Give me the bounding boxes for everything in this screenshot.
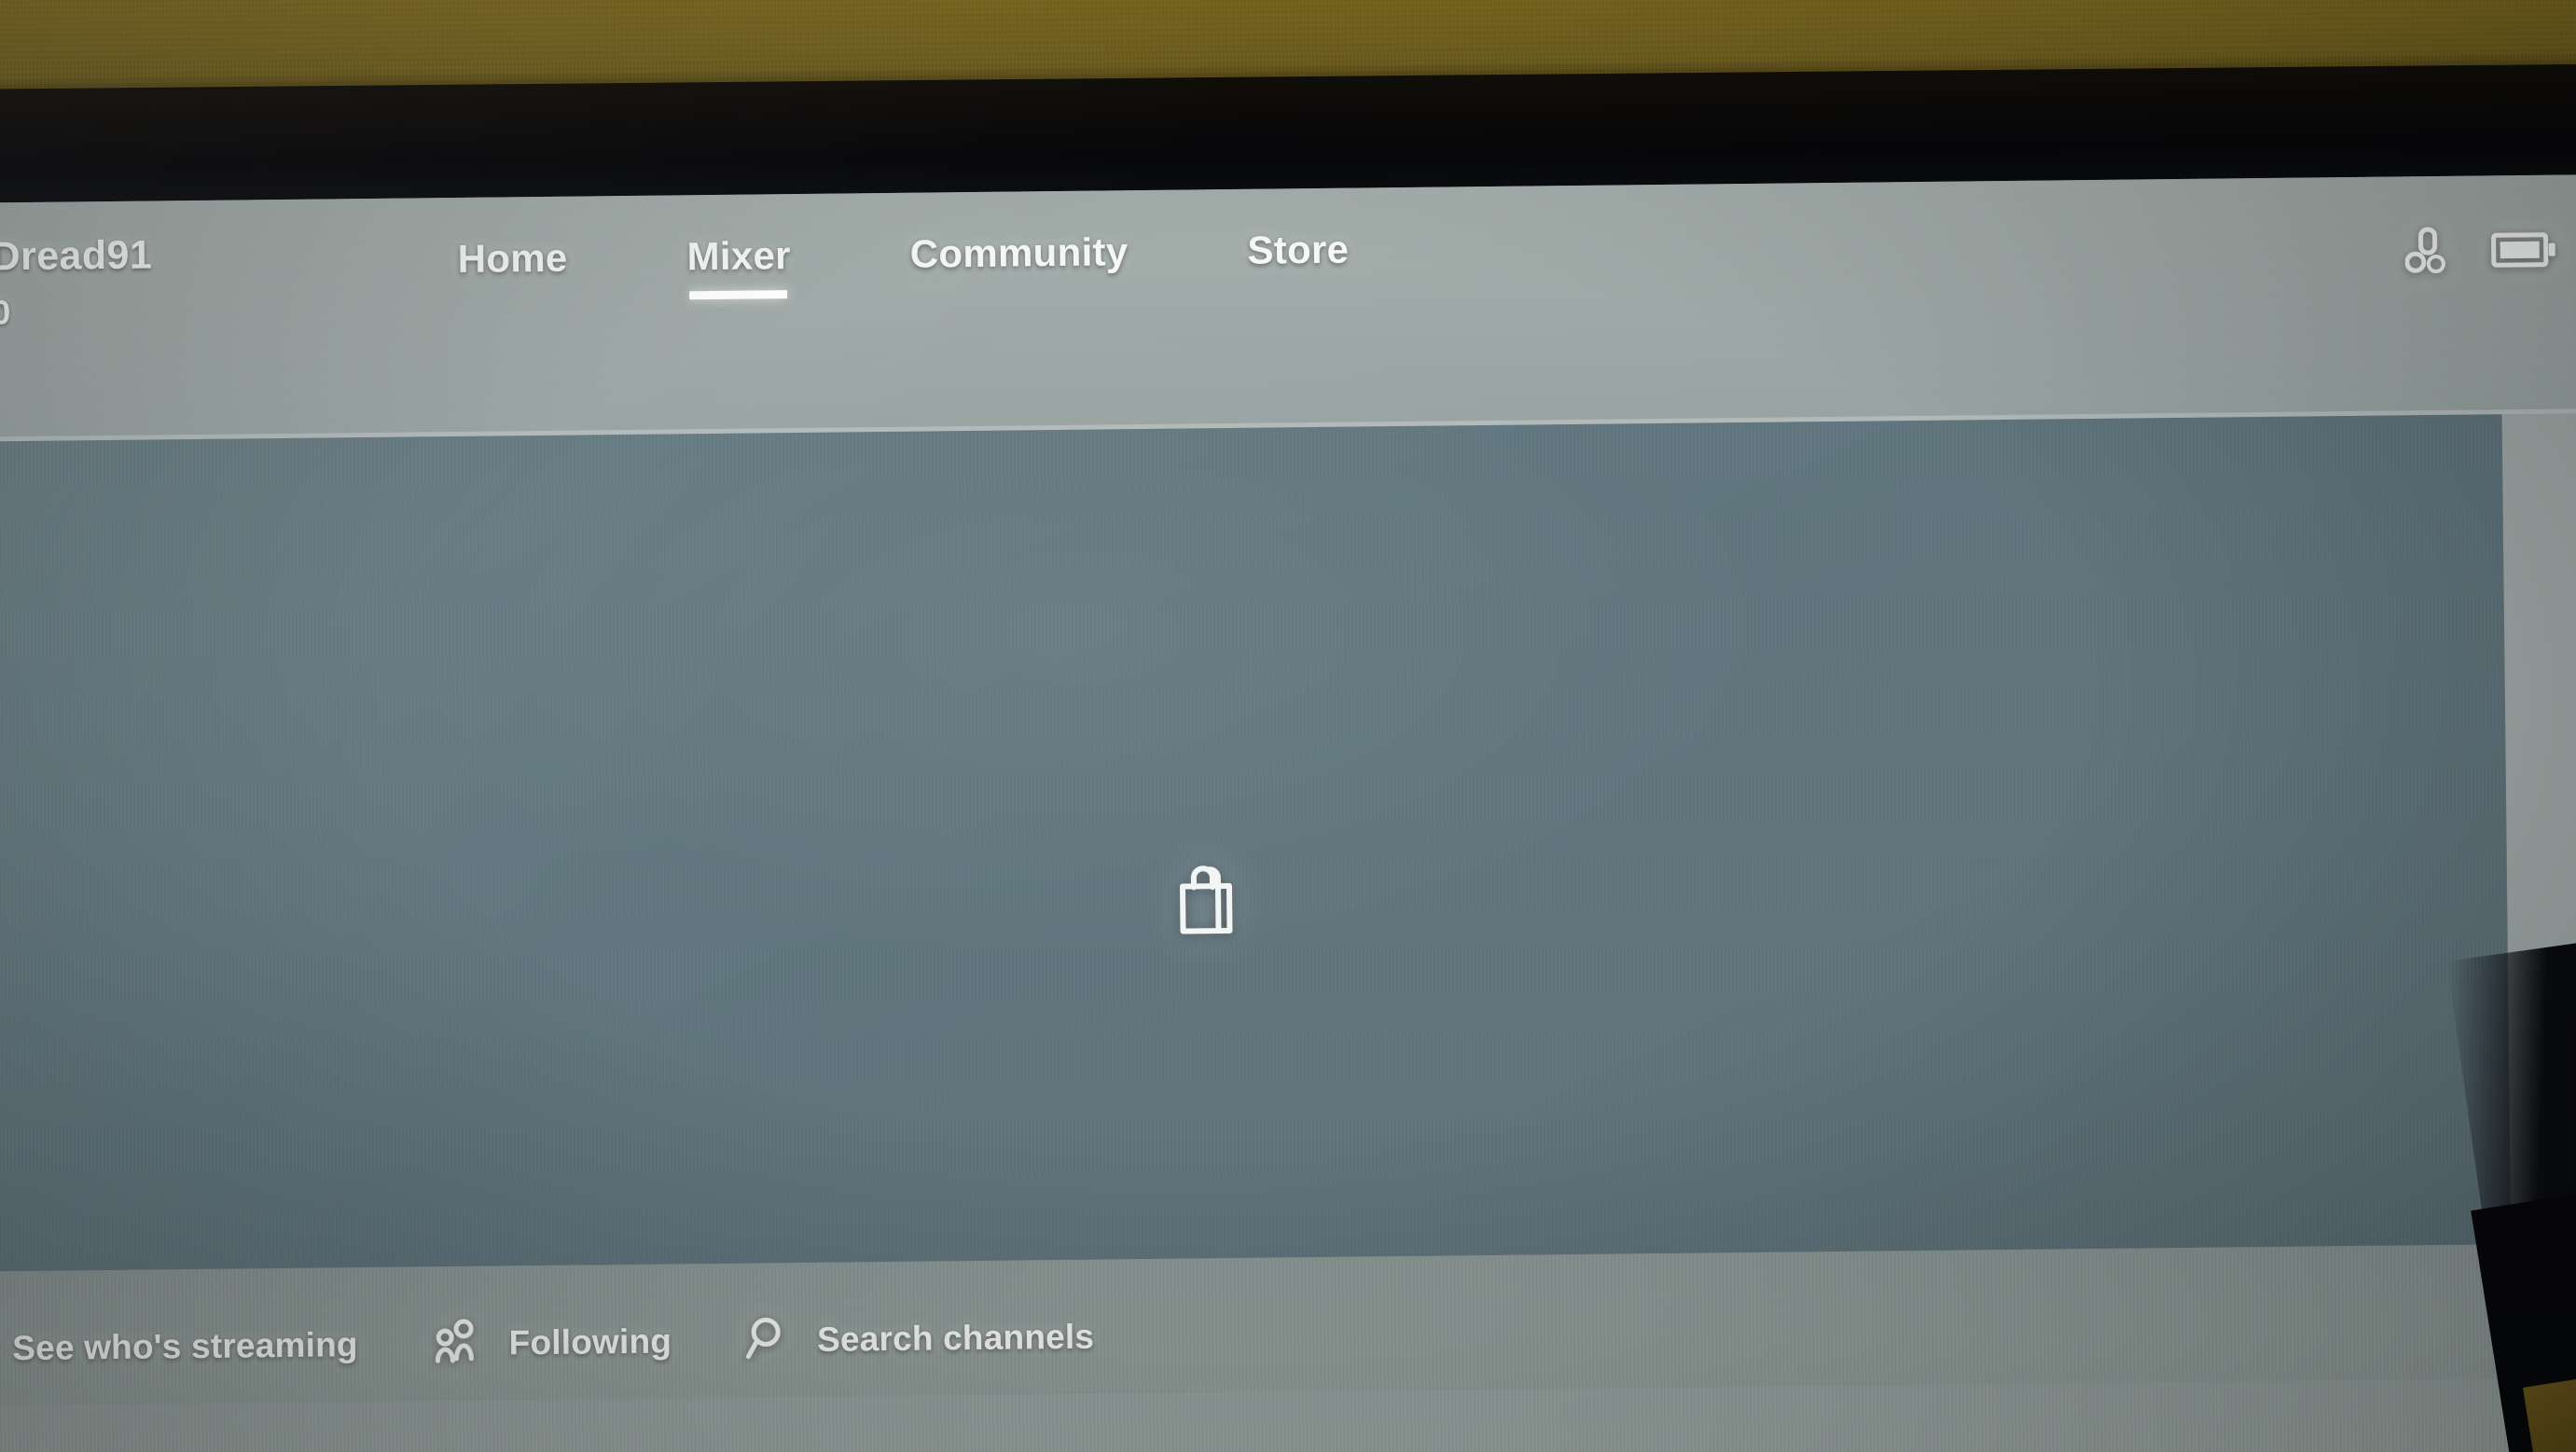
dashboard-header: Dread91 0 Home Mixer Community Store xyxy=(0,173,2576,442)
profile-block[interactable]: Dread91 0 xyxy=(0,232,153,332)
see-whos-streaming-label: See who's streaming xyxy=(12,1324,358,1367)
nav-item-home[interactable]: Home xyxy=(457,236,568,306)
controller-icon[interactable] xyxy=(2404,227,2450,281)
action-following[interactable]: Following xyxy=(430,1316,672,1370)
content-panel xyxy=(0,296,2512,1282)
system-status-icons: 1 xyxy=(2404,225,2576,281)
action-search-channels[interactable]: Search channels xyxy=(744,1310,1095,1367)
gamertag-label: Dread91 xyxy=(0,232,153,280)
action-see-whos-streaming[interactable]: See who's streaming xyxy=(0,1320,358,1374)
panel-texture xyxy=(0,414,2512,1282)
gamerscore-label: 0 xyxy=(0,293,11,332)
shopping-bag-icon xyxy=(1170,861,1243,943)
main-navigation: Home Mixer Community Store xyxy=(457,228,1349,306)
battery-icon[interactable] xyxy=(2490,229,2558,276)
tv-screen: Dread91 0 Home Mixer Community Store See… xyxy=(0,173,2576,1452)
nav-item-community[interactable]: Community xyxy=(910,229,1129,301)
wall-corner xyxy=(2523,1377,2576,1452)
tv-photo: Dread91 0 Home Mixer Community Store See… xyxy=(0,0,2576,1452)
following-label: Following xyxy=(508,1321,672,1362)
search-icon xyxy=(744,1313,794,1367)
nav-item-mixer[interactable]: Mixer xyxy=(686,233,791,303)
search-channels-label: Search channels xyxy=(816,1317,1095,1359)
people-icon xyxy=(430,1318,485,1370)
nav-item-store[interactable]: Store xyxy=(1247,228,1350,297)
